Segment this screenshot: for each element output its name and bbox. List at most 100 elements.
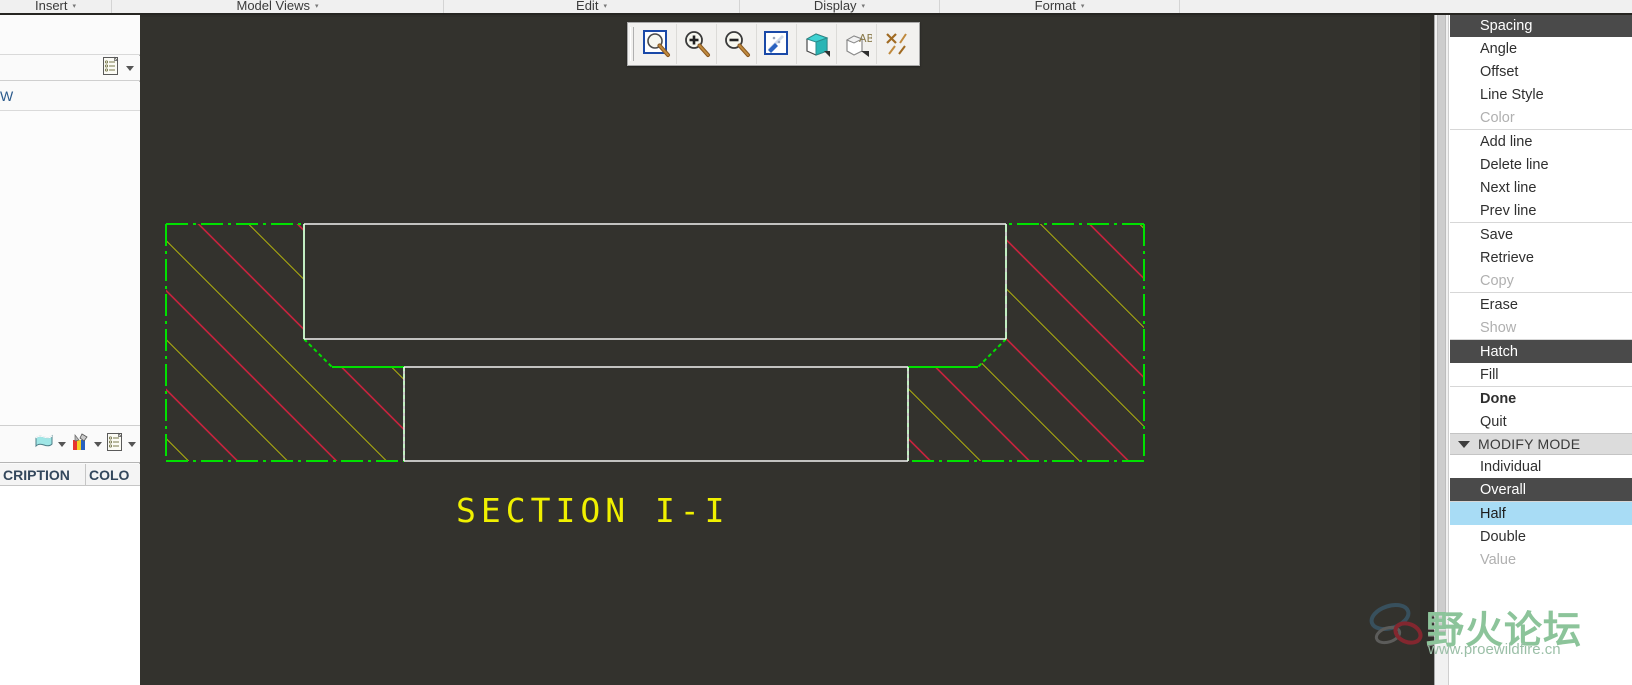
menu-item-value[interactable]: Value xyxy=(1450,548,1632,571)
menu-item-label: Hatch xyxy=(1480,343,1518,360)
menu-item-label: Quit xyxy=(1480,413,1507,430)
layer-table-body xyxy=(0,486,140,685)
menu-item-offset[interactable]: Offset xyxy=(1450,60,1632,83)
menu-item-label: Half xyxy=(1480,505,1506,522)
section-header-modify-mode[interactable]: MODIFY MODE xyxy=(1450,433,1632,455)
menu-item-individual[interactable]: Individual xyxy=(1450,455,1632,478)
ribbon-tab-display[interactable]: Display ▾ xyxy=(740,0,940,13)
zoom-in-button[interactable] xyxy=(677,24,717,64)
menu-item-label: Angle xyxy=(1480,40,1518,57)
menu-item-double[interactable]: Double xyxy=(1450,525,1632,548)
chevron-down-icon: ▾ xyxy=(1080,3,1085,10)
list-view-icon[interactable] xyxy=(101,56,121,81)
menu-item-next-line[interactable]: Next line xyxy=(1450,176,1632,199)
section-header-label: MODIFY MODE xyxy=(1478,436,1581,452)
menu-item-label: Prev line xyxy=(1480,202,1537,219)
menu-item-label: Delete line xyxy=(1480,156,1549,173)
menu-item-label: Save xyxy=(1480,226,1514,243)
graphics-view-toolbar: AB xyxy=(627,22,920,66)
chevron-down-icon[interactable] xyxy=(94,441,102,447)
chevron-down-icon[interactable] xyxy=(58,441,66,447)
toolbar-drag-handle[interactable] xyxy=(630,27,634,61)
caret-down-icon xyxy=(1458,440,1470,448)
menu-item-label: Overall xyxy=(1480,481,1526,498)
graphics-drawing-area[interactable]: SECTION I-I AB xyxy=(140,17,1420,685)
ribbon-tab-insert[interactable]: Insert ▾ xyxy=(0,0,112,13)
menu-scrollbar[interactable] xyxy=(1435,0,1449,685)
menu-item-line-style[interactable]: Line Style xyxy=(1450,83,1632,106)
menu-item-save[interactable]: Save xyxy=(1450,223,1632,246)
column-header-color[interactable]: COLO xyxy=(86,464,140,485)
hatch-menu-list: Spacing Angle Offset Line Style Color Ad… xyxy=(1450,0,1632,685)
chevron-down-icon: ▾ xyxy=(72,3,77,10)
menu-item-label: Done xyxy=(1480,390,1517,407)
menu-item-retrieve[interactable]: Retrieve xyxy=(1450,246,1632,269)
hatch-region-right xyxy=(908,224,1144,461)
section-label: SECTION I-I xyxy=(456,491,730,530)
section-view-drawing: SECTION I-I xyxy=(165,223,1145,530)
menu-item-label: Erase xyxy=(1480,296,1518,313)
column-header-description[interactable]: CRIPTION xyxy=(0,464,86,485)
zoom-out-button[interactable] xyxy=(717,24,757,64)
menu-item-color: Color xyxy=(1450,106,1632,129)
chevron-down-icon: ▾ xyxy=(603,3,607,10)
hatch-menu-panel: Spacing Angle Offset Line Style Color Ad… xyxy=(1434,0,1632,685)
menu-item-label: Line Style xyxy=(1480,86,1544,103)
menu-item-done[interactable]: Done xyxy=(1450,387,1632,410)
menu-item-erase[interactable]: Erase xyxy=(1450,293,1632,316)
model-tree-body xyxy=(0,110,140,425)
chevron-down-icon[interactable] xyxy=(126,65,134,71)
model-tree-toolbar xyxy=(0,56,140,81)
model-tree-item-label: W xyxy=(0,88,14,104)
paint-tools-icon[interactable] xyxy=(69,432,91,457)
menu-item-spacing[interactable]: Spacing xyxy=(1450,14,1632,37)
ribbon-tab-empty xyxy=(1180,0,1418,13)
menu-item-label: Add line xyxy=(1480,133,1533,150)
layer-toolbar xyxy=(0,425,140,463)
menu-item-show: Show xyxy=(1450,316,1632,339)
menu-item-overall[interactable]: Overall xyxy=(1450,478,1632,501)
menu-item-label: Double xyxy=(1480,528,1526,545)
ribbon-tab-model-views[interactable]: Model Views ▾ xyxy=(112,0,444,13)
menu-item-quit[interactable]: Quit xyxy=(1450,410,1632,433)
model-tree-item[interactable]: W xyxy=(0,82,140,110)
menu-item-label: Next line xyxy=(1480,179,1537,196)
menu-item-half[interactable]: Half xyxy=(1450,502,1632,525)
left-navigator-panel: W CRIPTION COLO xyxy=(0,15,140,685)
display-style-button[interactable] xyxy=(797,24,837,64)
ribbon-tab-label: Format xyxy=(1034,0,1076,13)
left-panel-top-blank xyxy=(0,15,140,55)
repaint-button[interactable] xyxy=(757,24,797,64)
menu-item-add-line[interactable]: Add line xyxy=(1450,130,1632,153)
menu-item-angle[interactable]: Angle xyxy=(1450,37,1632,60)
hatch-region-left xyxy=(166,224,404,461)
menu-item-fill[interactable]: Fill xyxy=(1450,363,1632,386)
ribbon-tab-label: Insert xyxy=(34,0,68,13)
menu-item-label: Retrieve xyxy=(1480,249,1534,266)
refit-zoom-button[interactable] xyxy=(637,24,677,64)
chevron-down-icon: ▾ xyxy=(314,3,319,10)
ribbon-tab-label: Model Views xyxy=(236,0,310,13)
application-window: Insert ▾ Model Views ▾ Edit ▾ Display ▾ … xyxy=(0,0,1632,685)
chevron-down-icon[interactable] xyxy=(128,441,136,447)
datum-display-button[interactable] xyxy=(877,24,917,64)
menu-item-label: Show xyxy=(1480,319,1517,336)
menu-item-copy: Copy xyxy=(1450,269,1632,292)
menu-item-label: Offset xyxy=(1480,63,1519,80)
ribbon-tab-label: Edit xyxy=(576,0,599,13)
ribbon-tab-format[interactable]: Format ▾ xyxy=(940,0,1180,13)
ribbon-tab-edit[interactable]: Edit ▾ xyxy=(444,0,740,13)
menu-item-delete-line[interactable]: Delete line xyxy=(1450,153,1632,176)
menu-item-label: Color xyxy=(1480,109,1515,126)
ribbon-tab-label: Display xyxy=(813,0,857,13)
menu-item-label: Spacing xyxy=(1480,17,1533,34)
menu-item-prev-line[interactable]: Prev line xyxy=(1450,199,1632,222)
scrollbar-thumb[interactable] xyxy=(1437,2,1446,632)
layer-icon[interactable] xyxy=(33,432,55,457)
menu-item-hatch[interactable]: Hatch xyxy=(1450,340,1632,363)
chevron-down-icon: ▾ xyxy=(861,3,866,10)
annotation-display-button[interactable]: AB xyxy=(837,24,877,64)
list-view-icon[interactable] xyxy=(105,432,125,457)
menu-item-label: Value xyxy=(1480,551,1517,568)
layer-table-header: CRIPTION COLO xyxy=(0,464,140,486)
